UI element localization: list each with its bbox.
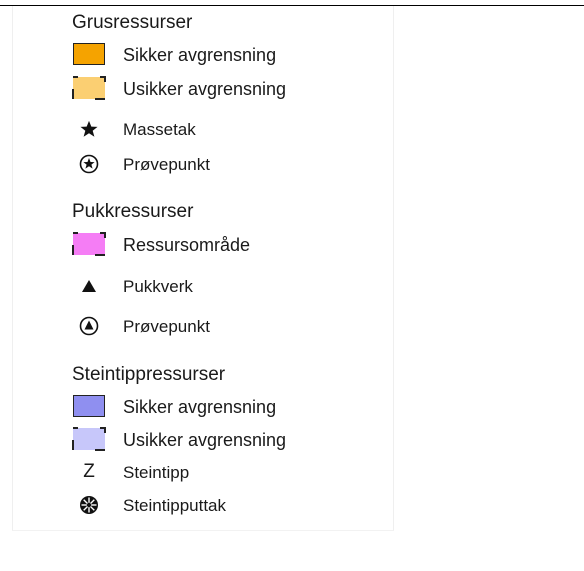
star-icon [70, 115, 108, 143]
heading-steintippressurser: Steintippressurser [72, 364, 226, 385]
swatch-spoil-uncertain [72, 427, 106, 451]
legend-item-grus-provepunkt: Prøvepunkt [0, 150, 380, 180]
legend-item-steintipputtak: Steintipputtak [0, 491, 380, 521]
z-letter-icon: Z [70, 458, 108, 486]
legend-item-ressursomrade: Ressursområde [0, 230, 380, 260]
legend-item-steintipp-sikker: Sikker avgrensning [0, 392, 380, 422]
legend-label: Prøvepunkt [123, 155, 210, 174]
pink-dashed-square-icon [70, 230, 108, 258]
swatch-spoil-certain [73, 395, 105, 417]
legend-label: Prøvepunkt [123, 317, 210, 336]
legend-label: Pukkverk [123, 277, 193, 296]
legend-item-grus-sikker: Sikker avgrensning [0, 40, 380, 70]
swatch-gravel-uncertain [72, 76, 106, 100]
legend-label: Massetak [123, 120, 196, 139]
legend-label: Sikker avgrensning [123, 397, 277, 417]
heading-grusressurser: Grusressurser [72, 12, 193, 33]
legend-label: Usikker avgrensning [123, 430, 287, 450]
legend-item-massetak: Massetak [0, 115, 380, 145]
triangle-icon [70, 272, 108, 300]
orange-solid-square-icon [70, 40, 108, 68]
legend-label: Steintipputtak [123, 496, 227, 515]
blue-solid-square-icon [70, 392, 108, 420]
legend-label: Steintipp [123, 463, 190, 482]
blue-dashed-square-icon [70, 425, 108, 453]
swatch-crushed-stone-area [72, 232, 106, 256]
legend-label: Sikker avgrensning [123, 45, 277, 65]
legend-item-grus-usikker: Usikker avgrensning [0, 74, 380, 104]
legend-item-steintipp: Z Steintipp [0, 458, 380, 488]
z-letter-symbol: Z [83, 461, 95, 482]
heading-pukkressurser: Pukkressurser [72, 201, 194, 222]
swatch-gravel-certain [73, 43, 105, 65]
orange-dashed-square-icon [70, 74, 108, 102]
legend-label: Usikker avgrensning [123, 79, 287, 99]
legend-item-steintipp-usikker: Usikker avgrensning [0, 425, 380, 455]
legend-item-pukkverk: Pukkverk [0, 272, 380, 302]
legend-label: Ressursområde [123, 235, 251, 255]
spoked-wheel-icon [70, 491, 108, 519]
circled-star-icon [70, 150, 108, 178]
circled-triangle-icon [70, 312, 108, 340]
legend-item-pukk-provepunkt: Prøvepunkt [0, 312, 380, 342]
